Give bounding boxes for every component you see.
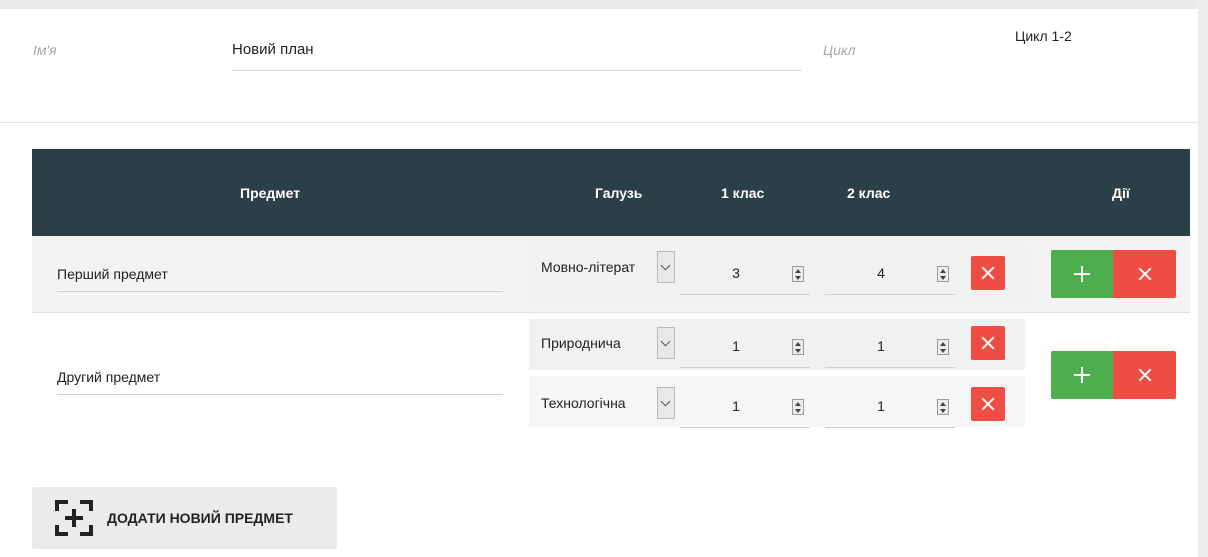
delete-subject-button[interactable] xyxy=(1113,250,1176,298)
table-row: Другий предмет Природнича 1 1 Технологіч… xyxy=(32,313,1190,441)
cycle-select[interactable]: Цикл 1-2 xyxy=(1015,28,1072,44)
domain-select[interactable]: Мовно-літерат xyxy=(541,251,683,283)
grade2-value: 1 xyxy=(877,398,885,414)
chevron-down-icon[interactable] xyxy=(657,327,675,359)
grade2-input[interactable]: 4 xyxy=(825,253,955,295)
chevron-down-icon[interactable] xyxy=(657,251,675,283)
plus-icon xyxy=(1074,266,1090,282)
delete-domain-button[interactable] xyxy=(971,256,1005,290)
x-icon xyxy=(1138,267,1152,281)
plus-icon xyxy=(1074,367,1090,383)
table-row: Перший предмет Мовно-літерат 3 4 xyxy=(32,236,1190,313)
domain-select[interactable]: Природнича xyxy=(541,327,683,359)
spinner-icon[interactable] xyxy=(937,399,949,415)
delete-domain-button[interactable] xyxy=(971,387,1005,421)
domain-select[interactable]: Технологічна xyxy=(541,387,683,419)
table-header: Предмет Галузь 1 клас 2 клас Дії xyxy=(32,149,1190,236)
spinner-icon[interactable] xyxy=(792,399,804,415)
header-grade2: 2 клас xyxy=(847,185,891,201)
add-box-icon xyxy=(55,500,93,536)
spinner-icon[interactable] xyxy=(792,339,804,355)
grade1-value: 3 xyxy=(732,265,740,281)
header-actions: Дії xyxy=(1112,185,1130,201)
delete-domain-button[interactable] xyxy=(971,326,1005,360)
x-icon xyxy=(981,266,995,280)
grade1-value: 1 xyxy=(732,398,740,414)
name-label: Ім'я xyxy=(33,42,57,58)
header-grade1: 1 клас xyxy=(721,185,765,201)
header-subject: Предмет xyxy=(240,185,301,201)
x-icon xyxy=(981,397,995,411)
header-domain: Галузь xyxy=(595,185,643,201)
subject-input[interactable]: Перший предмет xyxy=(57,266,503,292)
scroll-edge xyxy=(1198,0,1208,557)
x-icon xyxy=(981,336,995,350)
grade2-value: 4 xyxy=(877,265,885,281)
domain-select-value: Мовно-літерат xyxy=(541,259,636,275)
cycle-label: Цикл xyxy=(823,42,856,58)
subject-input[interactable]: Другий предмет xyxy=(57,369,503,395)
grade1-value: 1 xyxy=(732,338,740,354)
grade2-input[interactable]: 1 xyxy=(825,326,955,368)
x-icon xyxy=(1138,368,1152,382)
add-domain-button[interactable] xyxy=(1051,250,1113,298)
delete-subject-button[interactable] xyxy=(1113,351,1176,399)
spinner-icon[interactable] xyxy=(792,266,804,282)
grade1-input[interactable]: 3 xyxy=(680,253,810,295)
add-subject-button[interactable]: ДОДАТИ НОВИЙ ПРЕДМЕТ xyxy=(32,487,337,549)
chevron-down-icon[interactable] xyxy=(657,387,675,419)
top-border xyxy=(0,0,1208,9)
grade2-input[interactable]: 1 xyxy=(825,386,955,428)
plan-name-input[interactable]: Новий план xyxy=(232,31,802,71)
plan-form: Ім'я Новий план Цикл Цикл 1-2 xyxy=(0,9,1198,123)
spinner-icon[interactable] xyxy=(937,339,949,355)
spinner-icon[interactable] xyxy=(937,266,949,282)
grade1-input[interactable]: 1 xyxy=(680,326,810,368)
grade2-value: 1 xyxy=(877,338,885,354)
add-domain-button[interactable] xyxy=(1051,351,1113,399)
grade1-input[interactable]: 1 xyxy=(680,386,810,428)
domain-select-value: Природнича xyxy=(541,335,621,351)
domain-select-value: Технологічна xyxy=(541,395,626,411)
add-subject-label: ДОДАТИ НОВИЙ ПРЕДМЕТ xyxy=(107,510,293,526)
